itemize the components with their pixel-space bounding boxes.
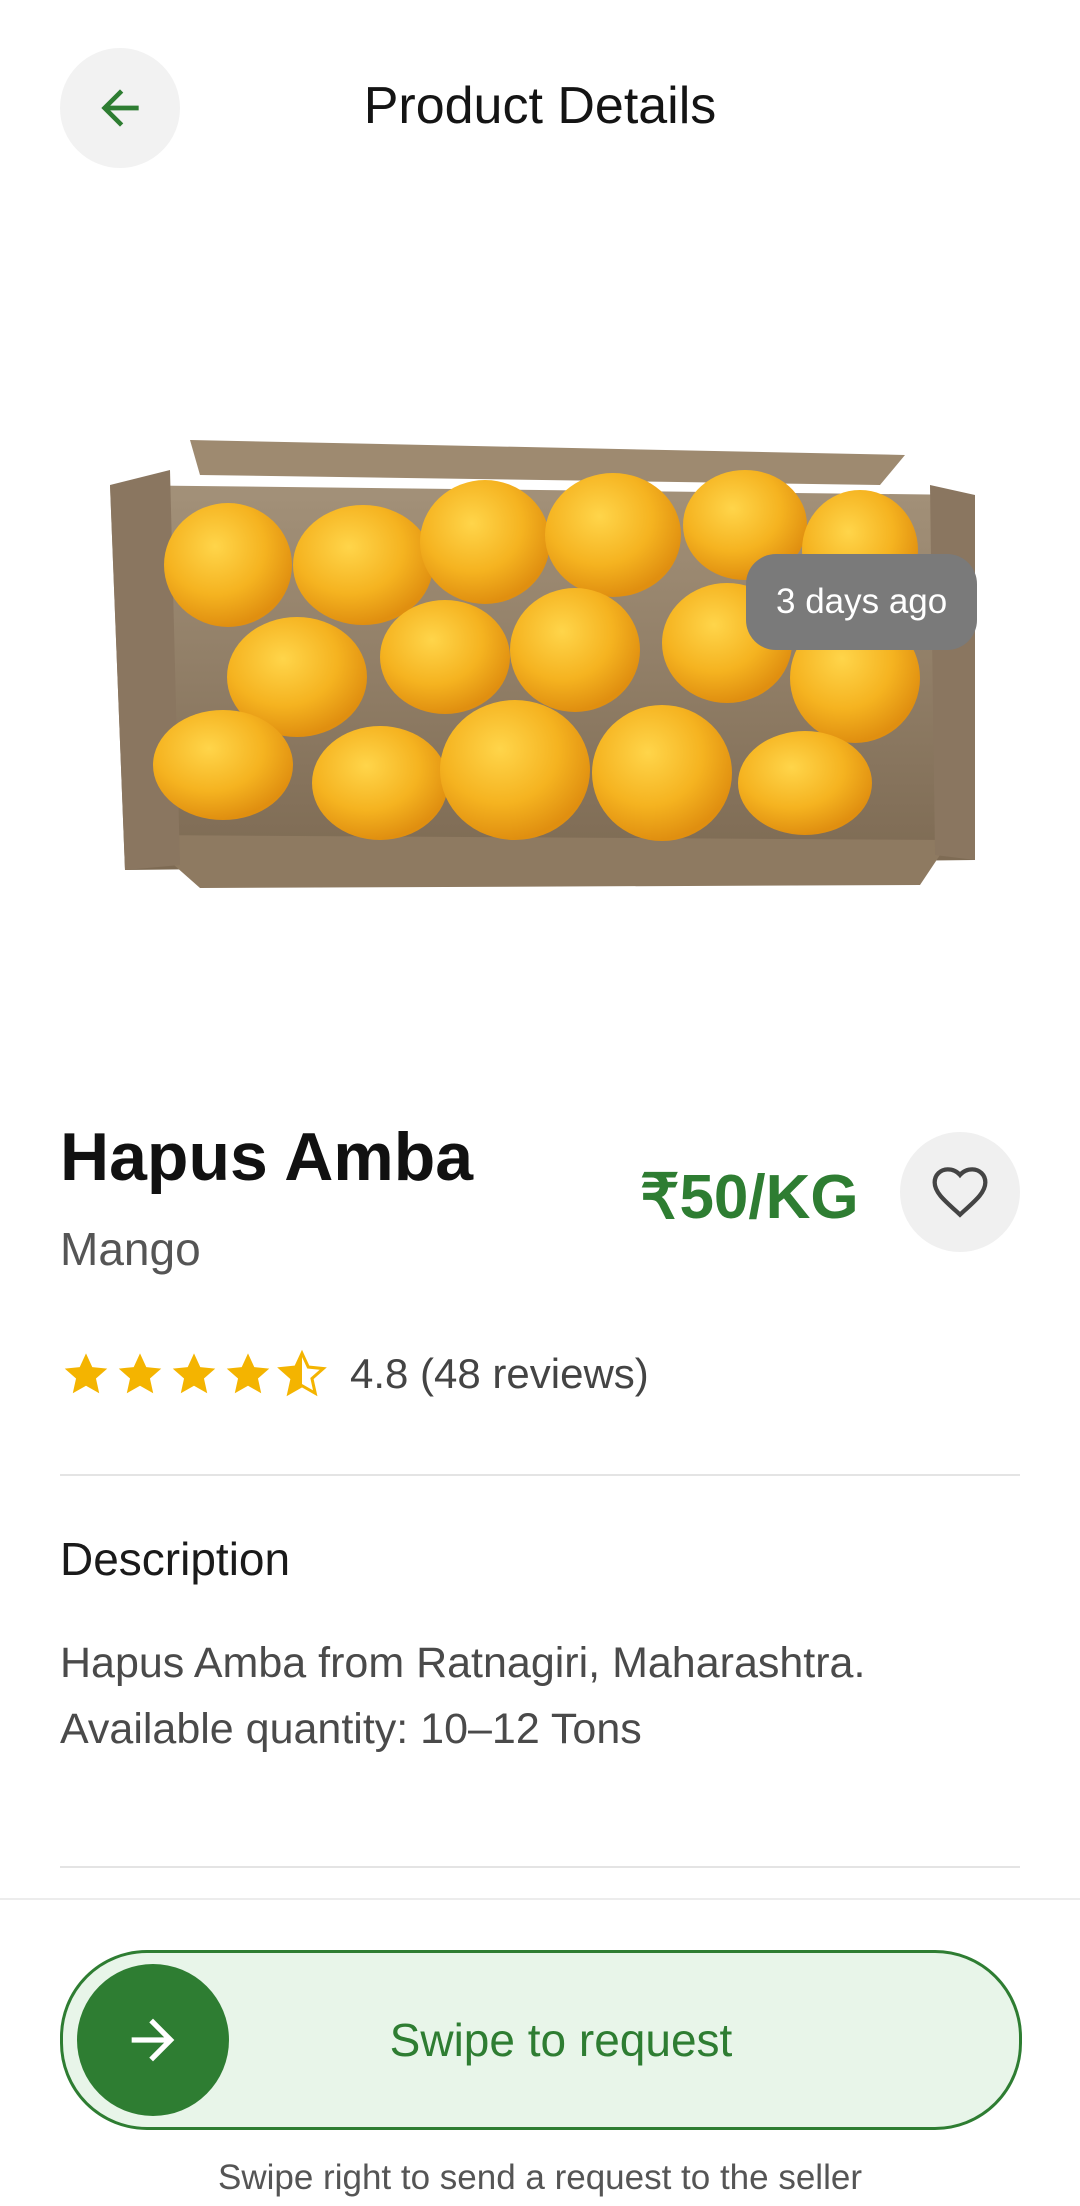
divider [60,1474,1020,1476]
star-icon [226,1353,270,1394]
product-image: 3 days ago [0,260,1080,1050]
product-name: Hapus Amba [60,1119,474,1195]
divider [60,1866,1020,1868]
posted-time-badge: 3 days ago [746,554,978,650]
star-icon [64,1353,108,1394]
description-line: Available quantity: 10–12 Tons [60,1705,642,1753]
swipe-handle[interactable] [77,1964,229,2116]
star-icon [118,1353,162,1394]
product-category: Mango [60,1223,201,1275]
header: Product Details [0,0,1080,220]
page-title: Product Details [363,77,717,135]
swipe-hint: Swipe right to send a request to the sel… [218,2158,862,2197]
description-title: Description [60,1533,291,1585]
product-price: ₹50/KG [640,1163,859,1232]
star-rating [60,1348,330,1400]
rating-text: 4.8 (48 reviews) [350,1350,649,1397]
description-line: Hapus Amba from Ratnagiri, Maharashtra. [60,1639,866,1687]
arrow-right-icon [131,2018,175,2062]
rating-row: 4.8 (48 reviews) [60,1344,649,1404]
swipe-to-request-slider[interactable]: Swipe to request [60,1950,1022,2130]
heart-icon [932,1167,988,1218]
favorite-button[interactable] [900,1132,1020,1252]
half-star-icon [277,1349,327,1397]
description-text: Hapus Amba from Ratnagiri, Maharashtra. … [60,1630,1020,1762]
star-icon [172,1353,216,1394]
